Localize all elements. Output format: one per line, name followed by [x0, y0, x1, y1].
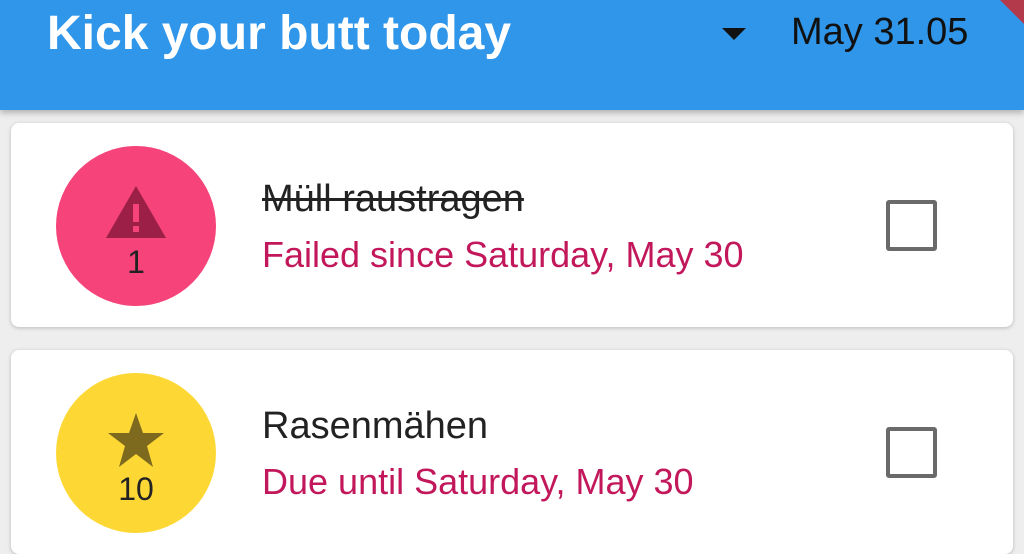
task-checkbox[interactable] — [886, 200, 937, 251]
task-status: Failed since Saturday, May 30 — [262, 234, 744, 275]
task-card[interactable]: 1 Müll raustragen Failed since Saturday,… — [11, 123, 1013, 327]
star-icon — [108, 413, 164, 467]
dropdown-arrow-icon[interactable] — [722, 28, 746, 40]
task-avatar: 10 — [56, 373, 216, 533]
task-count: 10 — [118, 471, 154, 507]
task-list: 1 Müll raustragen Failed since Saturday,… — [0, 110, 1024, 554]
task-title: Rasenmähen — [262, 405, 489, 447]
task-avatar: 1 — [56, 146, 216, 306]
task-checkbox[interactable] — [886, 427, 937, 478]
task-status: Due until Saturday, May 30 — [262, 461, 694, 502]
app-bar: Kick your butt today May 31.05 — [0, 0, 1024, 110]
date-selector[interactable]: May 31.05 — [791, 6, 968, 58]
task-card[interactable]: 10 Rasenmähen Due until Saturday, May 30 — [11, 350, 1013, 554]
task-count: 1 — [127, 244, 145, 280]
task-title: Müll raustragen — [262, 178, 524, 220]
debug-banner — [1000, 0, 1024, 24]
app-title: Kick your butt today — [47, 7, 512, 60]
warning-icon — [106, 186, 166, 238]
